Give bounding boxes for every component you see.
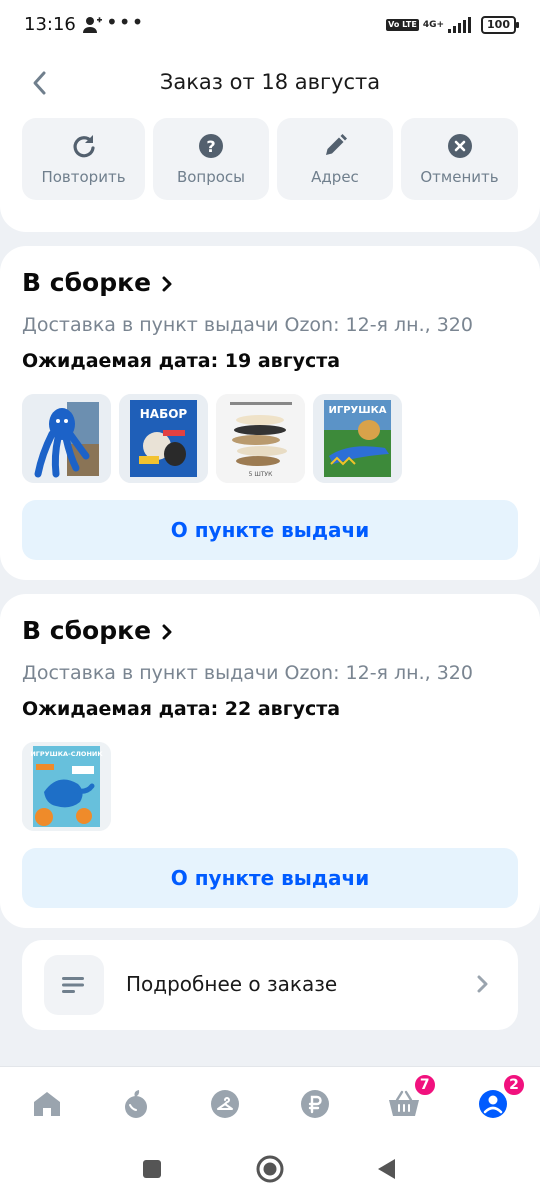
cart-badge: 7 — [412, 1072, 437, 1097]
repeat-label: Повторить — [41, 168, 126, 186]
repeat-icon — [72, 135, 95, 158]
cancel-button[interactable]: Отменить — [401, 118, 518, 200]
order-header: Заказ от 18 августа Повторить ? Вопросы — [0, 52, 540, 232]
product-thumbnail[interactable] — [22, 394, 111, 483]
order-details-link[interactable]: Подробнее о заказе — [22, 940, 518, 1030]
circle-icon — [256, 1155, 284, 1183]
product-text: НАБОР — [140, 407, 188, 421]
nav-profile[interactable]: 2 — [476, 1072, 526, 1121]
nav-catalog[interactable] — [208, 1087, 242, 1121]
chevron-right-icon — [162, 624, 172, 639]
nav-cart[interactable]: 7 — [387, 1072, 437, 1121]
repeat-button[interactable]: Повторить — [22, 118, 145, 200]
product-thumbnail[interactable]: НАБОР — [119, 394, 208, 483]
list-icon — [62, 977, 84, 993]
nav-home[interactable] — [30, 1087, 64, 1121]
status-time: 13:16 — [24, 14, 76, 35]
product-thumbnail[interactable]: ИГРУШКА-СЛОНИК — [22, 742, 111, 831]
signal-icon — [448, 17, 472, 33]
product-thumbnails: ИГРУШКА-СЛОНИК — [22, 742, 111, 831]
plush-toys-image: 5 ШТУК — [216, 394, 305, 483]
shipment-status-link[interactable]: В сборке — [22, 616, 173, 645]
address-label: Адрес — [311, 168, 359, 186]
cancel-icon — [447, 134, 472, 158]
shipment-card: В сборке Доставка в пункт выдачи Ozon: 1… — [0, 246, 540, 580]
shipment-status: В сборке — [22, 268, 152, 297]
product-text: ИГРУШКА-СЛОНИК — [30, 750, 103, 758]
shipment-card: В сборке Доставка в пункт выдачи Ozon: 1… — [0, 594, 540, 928]
system-nav-bar — [0, 1140, 540, 1200]
status-bar: 13:16 ••• Vo LTE 4G+ 100 — [0, 0, 540, 52]
chevron-right-icon — [477, 975, 488, 993]
pickup-point-button[interactable]: О пункте выдачи — [22, 848, 518, 908]
home-button[interactable] — [255, 1154, 285, 1184]
recents-button[interactable] — [137, 1154, 167, 1184]
expected-date: Ожидаемая дата: 22 августа — [22, 698, 341, 720]
expected-date: Ожидаемая дата: 19 августа — [22, 350, 341, 372]
ruble-icon — [300, 1089, 329, 1118]
pencil-icon — [326, 134, 347, 155]
bottom-nav: 7 2 — [0, 1066, 540, 1140]
order-details-label: Подробнее о заказе — [126, 972, 338, 996]
order-actions: Повторить ? Вопросы Адрес Отменить — [22, 118, 518, 200]
cart-icon — [388, 1090, 419, 1116]
questions-button[interactable]: ? Вопросы — [153, 118, 269, 200]
svg-text:?: ? — [206, 137, 215, 156]
fresh-icon — [125, 1089, 148, 1118]
product-thumbnail[interactable]: ИГРУШКА — [313, 394, 402, 483]
status-right: Vo LTE 4G+ 100 — [386, 16, 519, 34]
person-add-icon — [83, 17, 102, 33]
product-thumbnail[interactable]: 5 ШТУК — [216, 394, 305, 483]
shipment-status-link[interactable]: В сборке — [22, 268, 173, 297]
chevron-right-icon — [162, 276, 172, 291]
question-icon: ? — [199, 134, 223, 158]
product-text: ИГРУШКА — [328, 405, 386, 416]
pickup-point-button[interactable]: О пункте выдачи — [22, 500, 518, 560]
hanger-icon — [211, 1089, 240, 1118]
profile-badge: 2 — [501, 1072, 526, 1097]
home-icon — [34, 1091, 60, 1116]
dog-toy-set-image: НАБОР — [119, 394, 208, 483]
square-icon — [143, 1160, 161, 1178]
crocodile-toy-image: ИГРУШКА — [313, 394, 402, 483]
nav-finance[interactable] — [298, 1087, 332, 1121]
shipment-status: В сборке — [22, 616, 152, 645]
triangle-back-icon — [378, 1159, 395, 1179]
cancel-label: Отменить — [420, 168, 499, 186]
octopus-toy-image — [22, 394, 111, 483]
battery-icon: 100 — [481, 16, 519, 34]
volte-icon: Vo LTE — [386, 19, 419, 31]
questions-label: Вопросы — [176, 168, 246, 186]
nav-fresh[interactable] — [119, 1087, 153, 1121]
page-title: Заказ от 18 августа — [159, 70, 381, 94]
product-thumbnails: НАБОР 5 ШТУК ИГРУШКА — [22, 394, 402, 483]
details-icon-box — [44, 955, 104, 1015]
profile-icon — [478, 1089, 507, 1118]
status-dots: ••• — [106, 10, 145, 34]
product-text: 5 ШТУК — [249, 471, 273, 478]
delivery-address: Доставка в пункт выдачи Ozon: 12-я лн., … — [22, 662, 473, 684]
elephant-toy-image: ИГРУШКА-СЛОНИК — [22, 742, 111, 831]
network-type: 4G+ — [422, 19, 445, 30]
address-button[interactable]: Адрес — [277, 118, 393, 200]
back-system-button[interactable] — [372, 1154, 402, 1184]
delivery-address: Доставка в пункт выдачи Ozon: 12-я лн., … — [22, 314, 473, 336]
